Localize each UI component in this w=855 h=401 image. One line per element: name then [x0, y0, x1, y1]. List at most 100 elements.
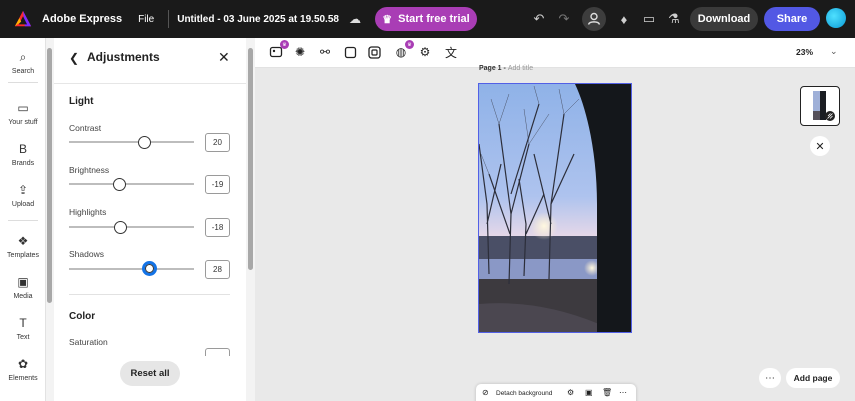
thumbnail-image: [813, 91, 835, 121]
more-icon[interactable]: ⋯: [619, 388, 627, 397]
rail-item-elements[interactable]: ✿ Elements: [0, 357, 46, 382]
lab-flask-icon[interactable]: ⚗: [663, 8, 685, 30]
canvas-toolbar: ♛ ✺ ⚯ ◍ ♛ ⚙ 文 23% ⌄: [255, 38, 855, 68]
shadows-value-field[interactable]: 28: [205, 260, 230, 279]
rail-scrollbar[interactable]: [46, 38, 54, 401]
panel-title: Adjustments: [87, 50, 160, 64]
adobe-express-logo-icon[interactable]: [14, 10, 32, 28]
frame-icon[interactable]: [366, 44, 382, 60]
add-page-button[interactable]: Add page: [786, 368, 840, 388]
section-title-light: Light: [69, 96, 94, 107]
crown-icon: ♛: [382, 13, 393, 26]
replace-image-icon[interactable]: ♛: [268, 40, 289, 60]
shape-crop-icon[interactable]: ⚯: [317, 44, 333, 60]
divider: [168, 10, 170, 28]
section-title-color: Color: [69, 311, 96, 322]
adjustments-panel: ❮ Adjustments ✕ Light Contrast 20 Bright…: [54, 38, 246, 401]
zoom-level[interactable]: 23%: [796, 47, 813, 57]
premium-badge-icon: ♛: [280, 40, 289, 49]
highlights-slider-handle[interactable]: [113, 221, 127, 234]
detach-background-icon[interactable]: ⊘: [482, 388, 489, 397]
page-number-label: Page 1 -: [479, 65, 506, 72]
rail-item-label: Search: [11, 68, 35, 75]
translate-icon[interactable]: 文: [443, 44, 459, 60]
highlights-value-field[interactable]: -18: [205, 218, 230, 237]
undo-icon[interactable]: ↶: [528, 8, 550, 30]
brightness-value-field[interactable]: -19: [205, 175, 230, 194]
comment-icon[interactable]: ▭: [638, 8, 660, 30]
panel-scrollbar-thumb[interactable]: [248, 48, 253, 270]
panel-scrollbar[interactable]: [246, 38, 255, 401]
rail-item-text[interactable]: T Text: [0, 316, 46, 341]
avatar[interactable]: [826, 8, 846, 28]
share-button[interactable]: Share: [764, 7, 820, 31]
bottom-context-bar: ⊘ Detach background ⚙ ▣ 🗑 ⋯: [476, 384, 636, 401]
canvas-photo[interactable]: [478, 83, 632, 333]
photo-image: [479, 84, 631, 332]
contrast-value-field[interactable]: 20: [205, 133, 230, 152]
reset-all-button[interactable]: Reset all: [120, 361, 180, 386]
panel-header: ❮ Adjustments ✕: [54, 38, 246, 84]
more-options-button[interactable]: ⋯: [759, 368, 781, 388]
rail-item-search[interactable]: ⌕ Search: [0, 50, 46, 75]
app-name[interactable]: Adobe Express: [42, 13, 122, 25]
collaborators-button[interactable]: [582, 7, 606, 31]
close-icon[interactable]: ✕: [810, 136, 830, 156]
divider: [8, 220, 38, 221]
templates-icon: ❖: [17, 234, 29, 248]
left-rail: ⌕ Search ▭ Your stuff B Brands ⇪ Upload …: [0, 38, 46, 401]
file-menu[interactable]: File: [138, 14, 154, 25]
document-title[interactable]: Untitled - 03 June 2025 at 19.50.58: [177, 14, 339, 25]
page-label[interactable]: Page 1 - Add title: [479, 65, 533, 72]
rail-item-label: Brands: [11, 160, 35, 167]
text-icon: T: [19, 316, 27, 330]
rail-item-label: Upload: [11, 201, 35, 208]
slider-label-brightness: Brightness: [69, 165, 110, 175]
adjust-icon[interactable]: ⚙: [567, 388, 574, 397]
download-button[interactable]: Download: [690, 7, 758, 31]
chevron-down-icon[interactable]: ⌄: [830, 46, 838, 57]
user-icon: [587, 12, 601, 25]
rail-scrollbar-thumb[interactable]: [47, 48, 52, 303]
rail-item-label: Templates: [7, 252, 39, 259]
page-thumbnail[interactable]: [800, 86, 840, 126]
rail-item-templates[interactable]: ❖ Templates: [0, 234, 46, 259]
square-icon[interactable]: [342, 44, 358, 60]
rail-item-your-stuff[interactable]: ▭ Your stuff: [0, 101, 46, 126]
shadows-slider-handle[interactable]: [141, 261, 157, 276]
start-free-trial-button[interactable]: ♛ Start free trial: [374, 7, 477, 31]
slider-label-highlights: Highlights: [69, 207, 107, 217]
contrast-slider-track[interactable]: [69, 141, 194, 143]
brightness-slider-handle[interactable]: [113, 178, 127, 191]
highlights-slider-track[interactable]: [69, 226, 194, 228]
adjustments-icon[interactable]: ⚙: [417, 44, 433, 60]
detach-background-button[interactable]: Detach background: [496, 390, 552, 397]
upload-icon: ⇪: [17, 183, 29, 197]
image-icon[interactable]: ▣: [585, 388, 593, 397]
contrast-slider-handle[interactable]: [137, 136, 151, 149]
media-icon: ▣: [17, 275, 29, 289]
slider-label-shadows: Shadows: [69, 249, 104, 259]
saturation-value-field[interactable]: [205, 348, 230, 356]
divider: [8, 82, 38, 83]
rail-item-brands[interactable]: B Brands: [0, 142, 46, 167]
shadows-slider-track[interactable]: [69, 268, 194, 270]
cloud-icon[interactable]: ☁: [349, 12, 361, 26]
rail-item-upload[interactable]: ⇪ Upload: [0, 183, 46, 208]
page-title-placeholder[interactable]: Add title: [508, 65, 533, 72]
rail-item-label: Your stuff: [8, 119, 38, 126]
trash-icon[interactable]: 🗑: [602, 388, 612, 397]
rail-item-media[interactable]: ▣ Media: [0, 275, 46, 300]
premium-badge-icon: ♛: [405, 40, 414, 49]
animate-icon[interactable]: ◍ ♛: [393, 40, 414, 60]
brand-icon: B: [18, 142, 27, 156]
brand-kit-icon[interactable]: ♦: [613, 8, 635, 30]
elements-icon: ✿: [17, 357, 29, 371]
close-icon[interactable]: ✕: [218, 49, 230, 66]
effects-icon[interactable]: ✺: [292, 44, 308, 60]
folder-icon: ▭: [17, 101, 29, 115]
chevron-left-icon[interactable]: ❮: [69, 51, 79, 65]
rail-item-label: Media: [13, 293, 33, 300]
brightness-slider-track[interactable]: [69, 183, 194, 185]
redo-icon[interactable]: ↷: [553, 8, 575, 30]
